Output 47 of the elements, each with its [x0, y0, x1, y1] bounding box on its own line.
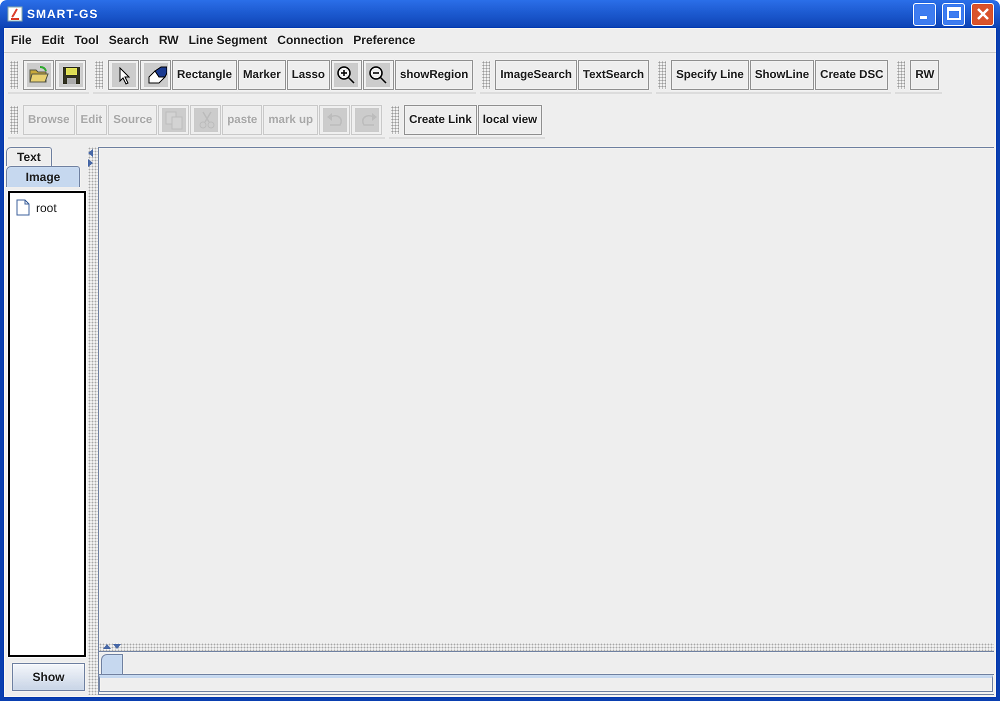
toolbar-grip[interactable]: [482, 61, 490, 89]
toolbar-button[interactable]: [362, 60, 394, 90]
toolbar-button[interactable]: [330, 60, 362, 90]
tab[interactable]: Text: [6, 147, 52, 166]
menu-item[interactable]: Connection: [272, 33, 348, 47]
show-button[interactable]: Show: [12, 663, 85, 691]
tab[interactable]: Image: [6, 166, 80, 187]
window-title: SMART-GS: [27, 7, 98, 21]
menu-item[interactable]: File: [6, 33, 37, 47]
zoom-in-icon[interactable]: [335, 64, 358, 86]
tab[interactable]: [101, 654, 123, 674]
toolbar-button[interactable]: showRegion: [394, 60, 474, 90]
toolbar-button[interactable]: RW: [910, 60, 940, 90]
toolbar-button[interactable]: [55, 60, 86, 90]
toolbar-button[interactable]: ShowLine: [750, 60, 814, 90]
toolbar-button[interactable]: ImageSearch: [495, 60, 577, 90]
toolbar-button[interactable]: Create DSC: [815, 60, 888, 90]
zoom-out-icon[interactable]: [367, 64, 390, 86]
menu-item[interactable]: Tool: [69, 33, 104, 47]
toolbar-button[interactable]: [23, 60, 54, 90]
toolbar-button[interactable]: Create Link: [404, 105, 477, 135]
menu-item[interactable]: Preference: [348, 33, 420, 47]
toolbar-grip[interactable]: [10, 106, 18, 134]
file-icon: [16, 199, 30, 216]
toolbar-button[interactable]: Lasso: [286, 60, 330, 90]
collapse-left-icon[interactable]: [88, 149, 94, 157]
toolbar-button[interactable]: [108, 60, 139, 90]
toolbar-button[interactable]: local view: [478, 105, 542, 135]
toolbar-grip[interactable]: [658, 61, 666, 89]
menu-item[interactable]: Line Segment: [184, 33, 272, 47]
toolbar-grip[interactable]: [95, 61, 103, 89]
toolbar-button[interactable]: TextSearch: [578, 60, 650, 90]
toolbar-button[interactable]: Marker: [238, 60, 286, 90]
menu-item[interactable]: Search: [104, 33, 154, 47]
tree-item[interactable]: root: [36, 200, 57, 214]
toolbar-grip[interactable]: [897, 61, 906, 89]
expand-right-icon[interactable]: [88, 159, 94, 167]
toolbar-button[interactable]: Rectangle: [172, 60, 237, 90]
collapse-down-icon[interactable]: [113, 644, 121, 650]
toolbar-grip[interactable]: [10, 61, 18, 89]
expand-up-icon[interactable]: [103, 644, 111, 650]
menu-item[interactable]: RW: [154, 33, 184, 47]
app-icon: [7, 6, 23, 22]
toolbar-button[interactable]: Specify Line: [671, 60, 749, 90]
toolbar-button[interactable]: [140, 60, 171, 90]
toolbar-grip[interactable]: [391, 106, 400, 134]
menu-item[interactable]: Edit: [36, 33, 70, 47]
